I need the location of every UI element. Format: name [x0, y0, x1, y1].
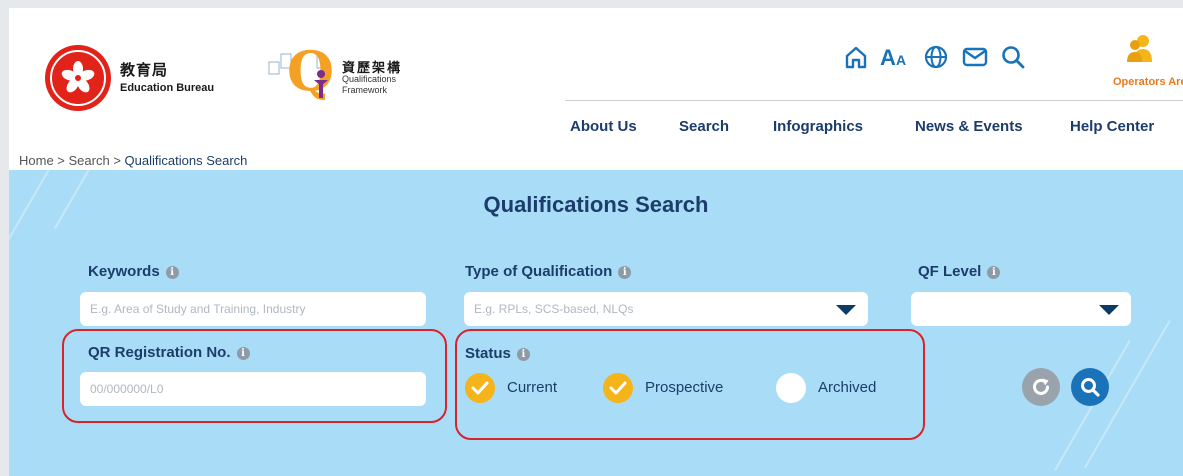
type-select[interactable]: E.g. RPLs, SCS-based, NLQs [464, 292, 868, 326]
qf-level-label: QF Level i [918, 263, 1001, 280]
info-icon[interactable]: i [165, 265, 179, 279]
people-icon [1127, 35, 1152, 62]
type-placeholder: E.g. RPLs, SCS-based, NLQs [474, 302, 634, 316]
qf-name-en-line1: Qualifications [342, 74, 397, 84]
svg-text:A: A [896, 52, 906, 68]
top-strip [0, 0, 1183, 8]
edb-name-zh: 教育局 [120, 62, 169, 79]
qf-level-select[interactable] [911, 292, 1131, 326]
left-edge [0, 0, 9, 476]
qf-level-label-text: QF Level [918, 263, 982, 280]
mail-icon[interactable] [961, 43, 989, 71]
highlight-box-status [455, 329, 925, 440]
magnifier-icon [1081, 378, 1100, 397]
bauhinia-icon [61, 61, 95, 93]
language-icon[interactable] [922, 43, 950, 71]
chevron-down-icon [836, 305, 856, 315]
nav-about-us[interactable]: About Us [570, 118, 637, 135]
keywords-input[interactable]: E.g. Area of Study and Training, Industr… [80, 292, 426, 326]
breadcrumb-home[interactable]: Home [19, 153, 54, 168]
nav-search[interactable]: Search [679, 118, 729, 135]
home-icon[interactable] [842, 43, 870, 71]
search-button[interactable] [1071, 368, 1109, 406]
svg-text:A: A [880, 45, 896, 70]
edb-logo[interactable] [45, 45, 111, 111]
nav-help-center[interactable]: Help Center [1070, 118, 1154, 135]
info-icon[interactable]: i [987, 265, 1001, 279]
nav-infographics[interactable]: Infographics [773, 118, 863, 135]
refresh-icon [1033, 378, 1049, 395]
operators-area-link[interactable]: Operators Area [1113, 35, 1183, 96]
qf-logo[interactable]: Q [265, 36, 337, 108]
info-icon[interactable]: i [618, 265, 632, 279]
type-label: Type of Qualification i [465, 263, 632, 280]
site-header: 教育局 Education Bureau Q 資歷架構 Qualificatio… [9, 8, 1183, 168]
breadcrumb-separator: > [53, 153, 69, 168]
edb-name-en: Education Bureau [120, 82, 215, 94]
reset-button[interactable] [1022, 368, 1060, 406]
qf-name-en-line2: Framework [342, 85, 388, 95]
breadcrumb: Home > Search > Qualifications Search [19, 153, 247, 168]
chevron-down-icon [1099, 305, 1119, 315]
search-icon[interactable] [999, 43, 1027, 71]
highlight-box-qr-no [62, 329, 447, 423]
breadcrumb-current: Qualifications Search [124, 153, 248, 168]
breadcrumb-search[interactable]: Search [69, 153, 110, 168]
keywords-label: Keywords i [88, 263, 179, 280]
keywords-label-text: Keywords [88, 263, 160, 280]
breadcrumb-separator: > [109, 153, 125, 168]
type-label-text: Type of Qualification [465, 263, 613, 280]
nav-news-events[interactable]: News & Events [915, 118, 1023, 135]
font-size-icon[interactable]: A A [879, 43, 913, 71]
panel-title: Qualifications Search [483, 192, 709, 217]
nav-divider [565, 100, 1183, 101]
svg-text:Q: Q [287, 39, 334, 103]
operators-area-label: Operators Area [1113, 76, 1183, 88]
search-panel: Qualifications Search Keywords i E.g. Are… [9, 170, 1183, 476]
keywords-placeholder: E.g. Area of Study and Training, Industr… [90, 302, 306, 316]
